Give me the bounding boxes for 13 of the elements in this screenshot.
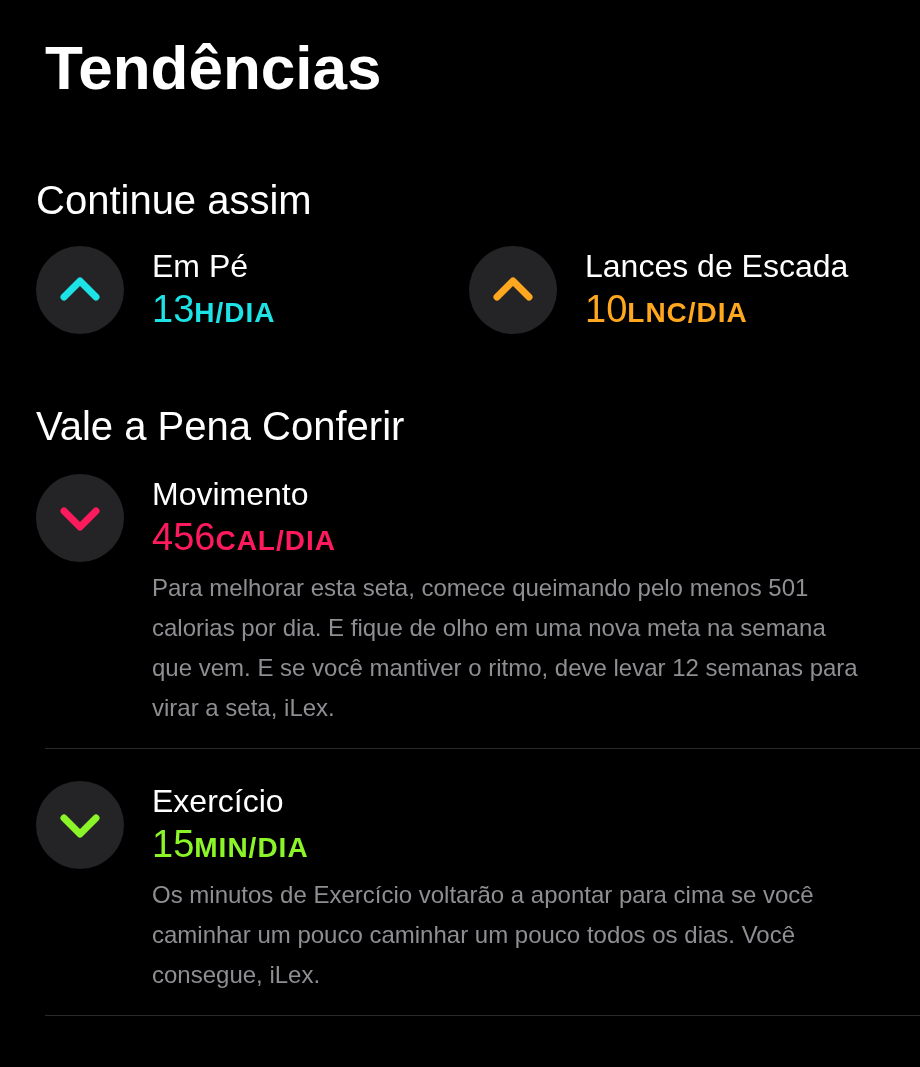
metric-name: Lances de Escada bbox=[585, 247, 849, 286]
metric-value: 15MIN/DIA bbox=[152, 822, 310, 867]
metric-name: Exercício bbox=[152, 782, 285, 821]
section-heading: Continue assim bbox=[36, 177, 313, 224]
metric-name: Movimento bbox=[152, 475, 310, 514]
metric-value: 10LNC/DIA bbox=[585, 287, 749, 332]
section-heading: Vale a Pena Conferir bbox=[36, 403, 406, 450]
metric-description: Para melhorar esta seta, comece queimando pelo menos 501 calorias por dia. E fique de olho em uma nova meta na semana que vem. E se você mantiver o ritmo, deve levar 12 semanas para virar a seta, iLex. bbox=[152, 573, 859, 723]
metric-name: Em Pé bbox=[152, 247, 250, 286]
metric-value: 456CAL/DIA bbox=[152, 515, 337, 560]
page-title: Tendências bbox=[45, 32, 383, 104]
metric-description: Os minutos de Exercício voltarão a apontar para cima se você caminhar um pouco caminhar um pouco todos os dias. Você consegue, iLex. bbox=[152, 880, 815, 990]
metric-value: 13H/DIA bbox=[152, 287, 276, 332]
